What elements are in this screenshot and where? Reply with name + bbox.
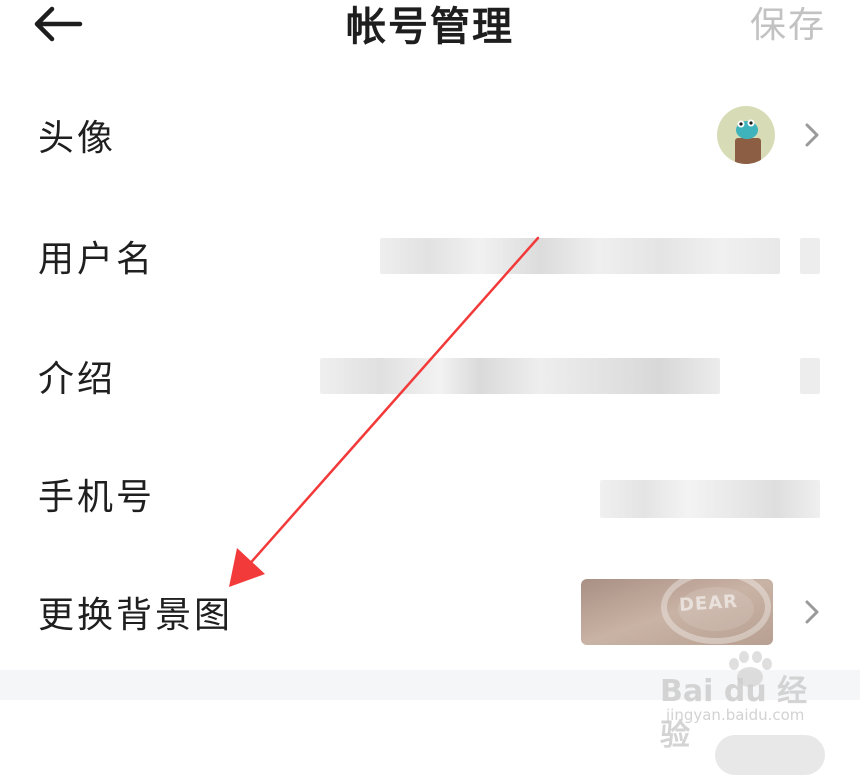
page-title: 帐号管理: [346, 4, 514, 50]
header-bar: 帐号管理 保存: [0, 0, 860, 56]
chevron-right-icon: [805, 600, 819, 624]
save-button[interactable]: 保存: [750, 0, 826, 48]
avatar-image: [717, 106, 775, 164]
row-label-avatar: 头像: [38, 118, 117, 159]
blurred-username-tail: [800, 238, 820, 274]
chevron-right-icon: [805, 123, 819, 147]
blurred-username-value: [380, 238, 780, 274]
blurred-intro-value: [320, 358, 720, 394]
row-label-phone: 手机号: [38, 477, 156, 518]
avatar[interactable]: [717, 106, 775, 164]
row-label-intro: 介绍: [38, 359, 117, 400]
background-thumbnail[interactable]: DEAR: [581, 579, 773, 645]
blurred-phone-value: [600, 480, 820, 518]
blurred-intro-tail: [800, 358, 820, 394]
baidu-jingyan-watermark: Bai du 经验 jingyan.baidu.com: [660, 651, 835, 753]
row-label-background: 更换背景图: [38, 595, 234, 636]
thumbnail-overlay-text: DEAR: [678, 590, 739, 617]
background-thumbnail-image: [581, 579, 773, 645]
watermark-url: jingyan.baidu.com: [666, 706, 805, 724]
row-label-username: 用户名: [38, 239, 156, 280]
